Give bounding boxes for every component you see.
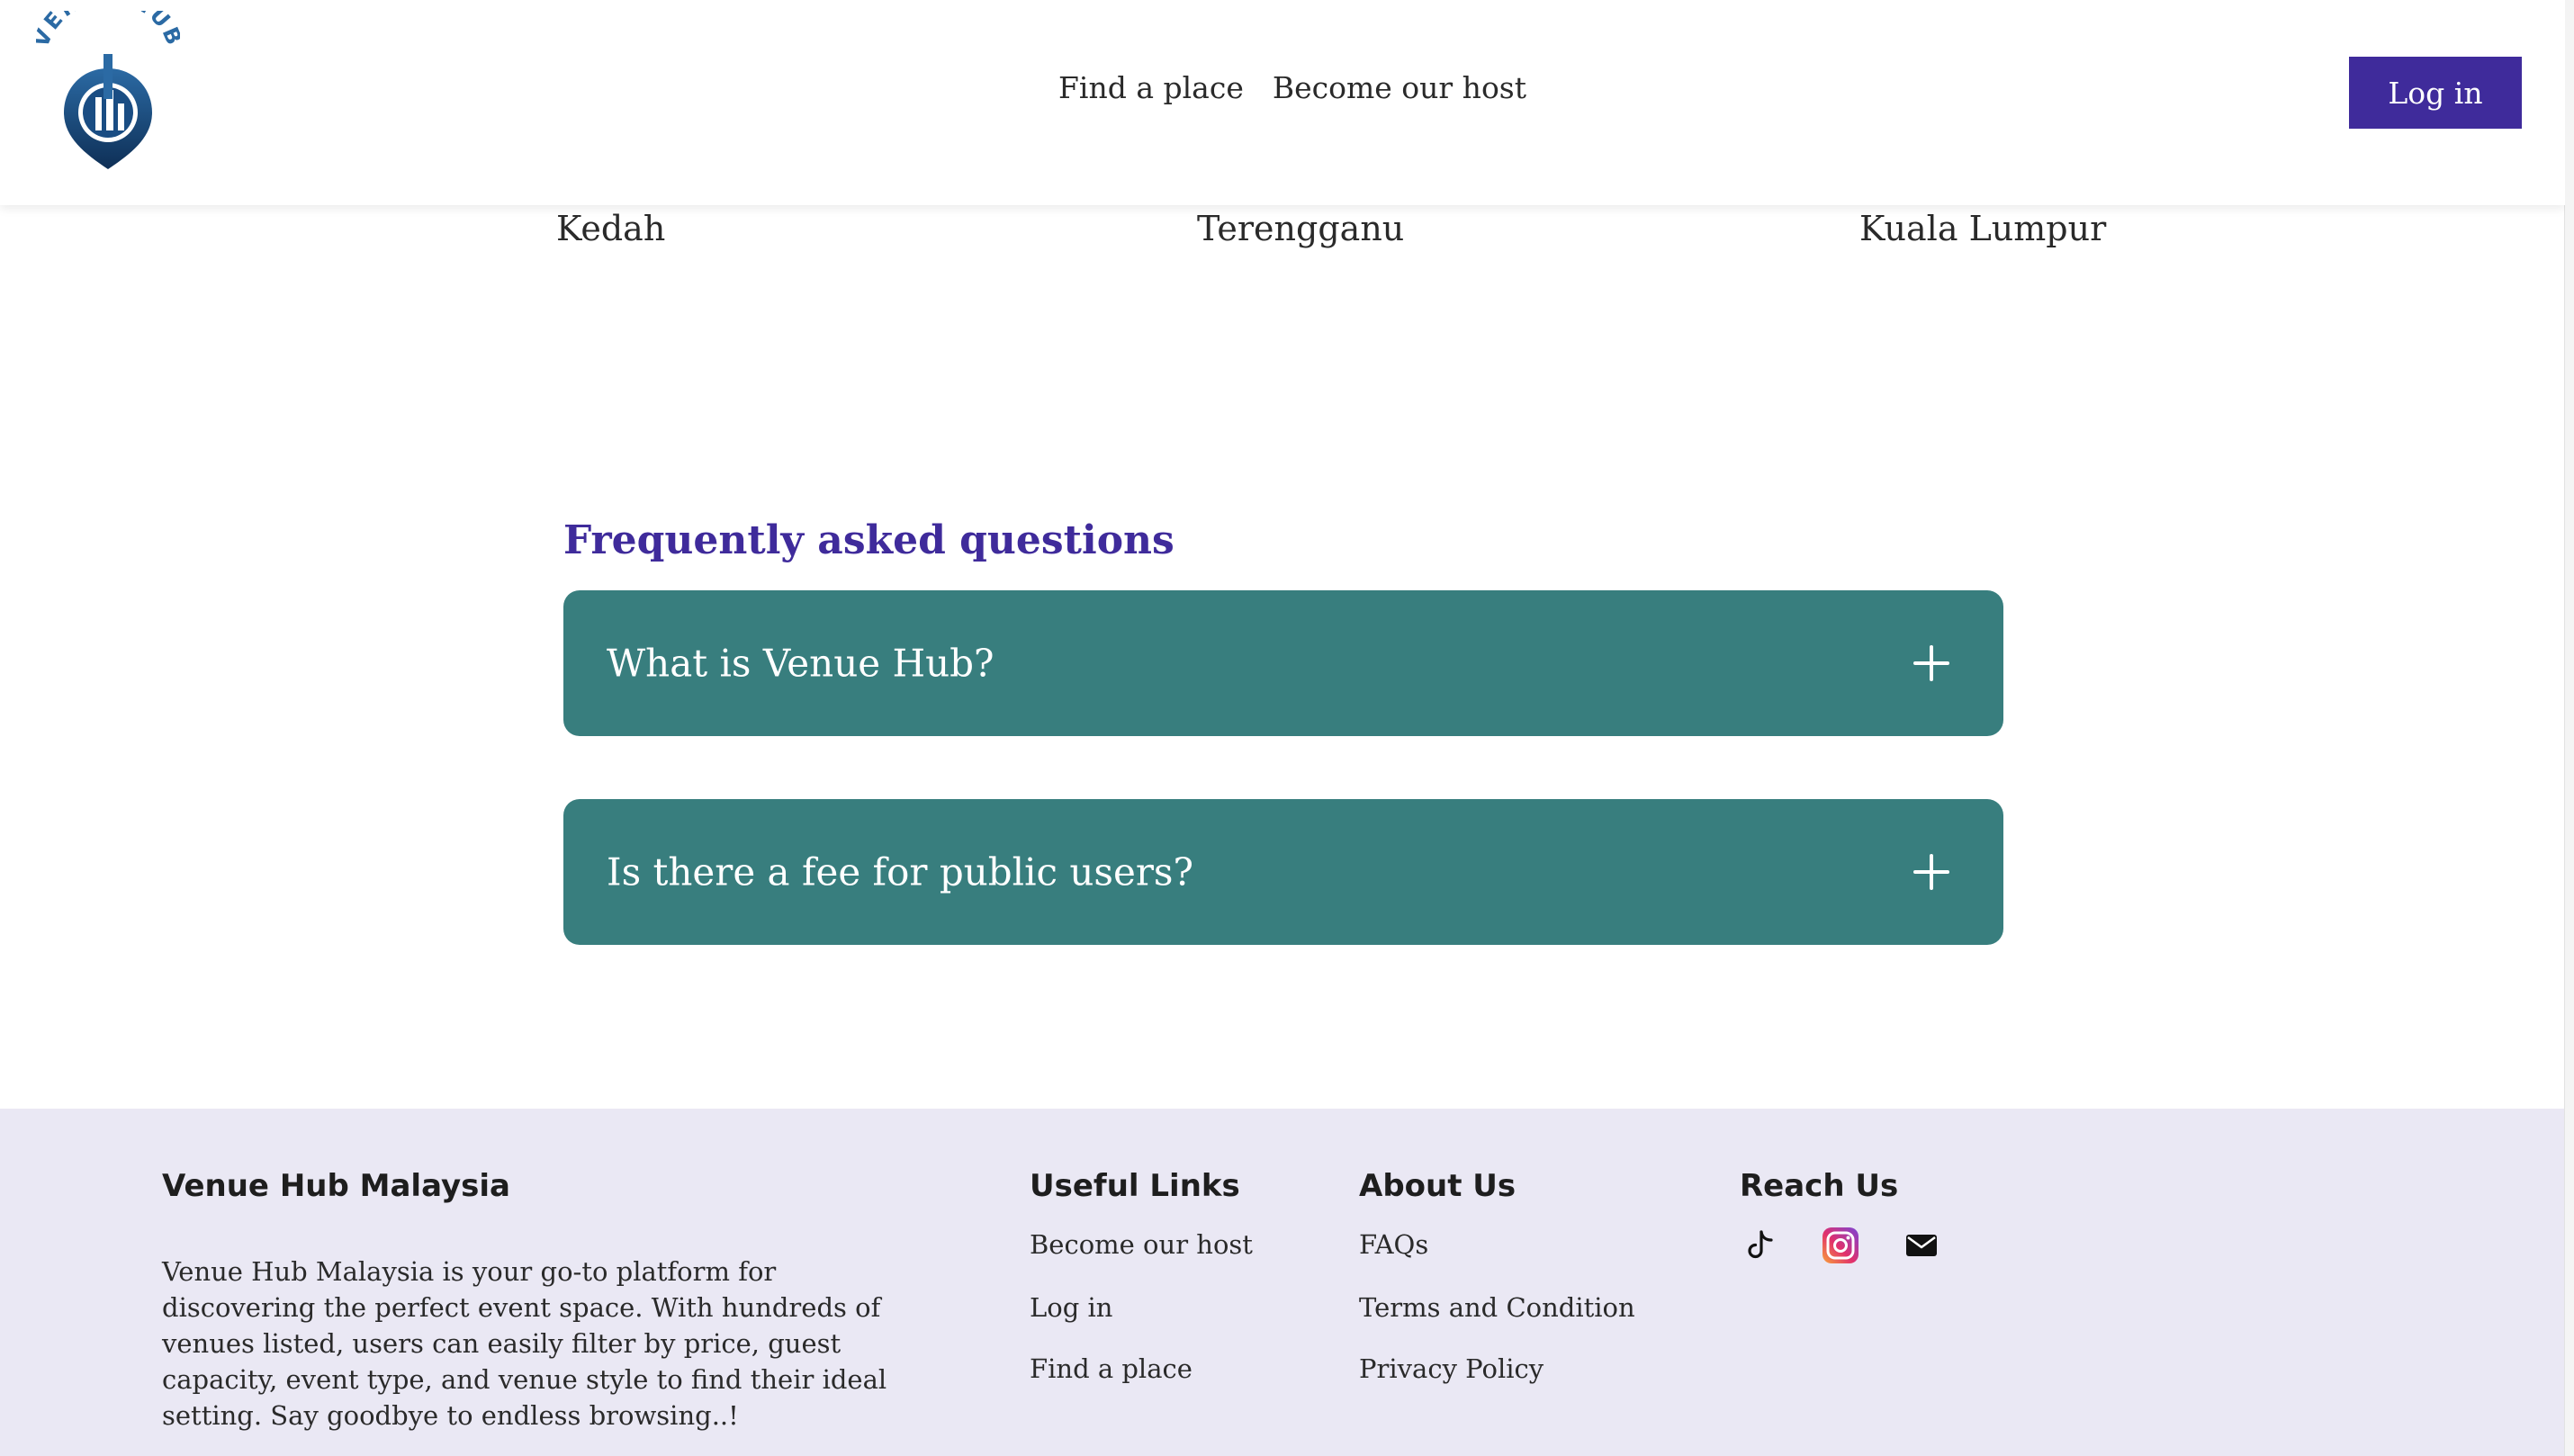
tiktok-icon[interactable] (1740, 1226, 1779, 1265)
footer-about-title: Venue Hub Malaysia (162, 1168, 510, 1204)
footer-link-become-our-host[interactable]: Become our host (1030, 1229, 1253, 1260)
faq-item[interactable]: What is Venue Hub? (563, 590, 2003, 736)
page: VENUE HUB Find a place Become our host L… (0, 0, 2565, 1456)
footer-useful-links-title: Useful Links (1030, 1168, 1240, 1204)
faq-item[interactable]: Is there a fee for public users? (563, 799, 2003, 945)
login-button[interactable]: Log in (2349, 57, 2522, 129)
faq-question: What is Venue Hub? (607, 641, 994, 686)
footer-link-find-a-place[interactable]: Find a place (1030, 1353, 1192, 1384)
svg-text:VENUE HUB: VENUE HUB (36, 11, 180, 51)
site-header: VENUE HUB Find a place Become our host L… (0, 0, 2565, 205)
nav-become-our-host[interactable]: Become our host (1273, 70, 1526, 105)
footer-link-terms-and-condition[interactable]: Terms and Condition (1359, 1292, 1635, 1323)
venue-hub-logo[interactable]: VENUE HUB (28, 0, 185, 176)
venue-hub-logo-icon: VENUE HUB (28, 0, 185, 169)
footer-link-log-in[interactable]: Log in (1030, 1292, 1112, 1323)
footer-about-text: Venue Hub Malaysia is your go-to platfor… (162, 1256, 887, 1431)
state-item-kuala-lumpur[interactable]: Kuala Lumpur (1859, 209, 2106, 248)
main-nav: Find a place Become our host (1058, 70, 1526, 105)
footer-reach-us-title: Reach Us (1740, 1168, 1899, 1204)
faq-question: Is there a fee for public users? (607, 849, 1193, 894)
state-item-terengganu[interactable]: Terengganu (1197, 209, 1404, 248)
nav-find-a-place[interactable]: Find a place (1058, 70, 1244, 105)
plus-icon[interactable] (1913, 645, 1949, 681)
state-item-kedah[interactable]: Kedah (556, 209, 665, 248)
mail-icon[interactable] (1902, 1226, 1941, 1265)
social-links (1740, 1226, 1941, 1265)
footer-link-privacy-policy[interactable]: Privacy Policy (1359, 1353, 1544, 1384)
footer-link-faqs[interactable]: FAQs (1359, 1229, 1428, 1260)
plus-icon[interactable] (1913, 854, 1949, 890)
site-footer: Venue Hub Malaysia Venue Hub Malaysia is… (0, 1109, 2565, 1456)
instagram-icon[interactable] (1821, 1226, 1860, 1265)
faq-title: Frequently asked questions (563, 517, 1174, 563)
page-scrollbar[interactable] (2564, 0, 2574, 1456)
footer-about-us-title: About Us (1359, 1168, 1516, 1204)
